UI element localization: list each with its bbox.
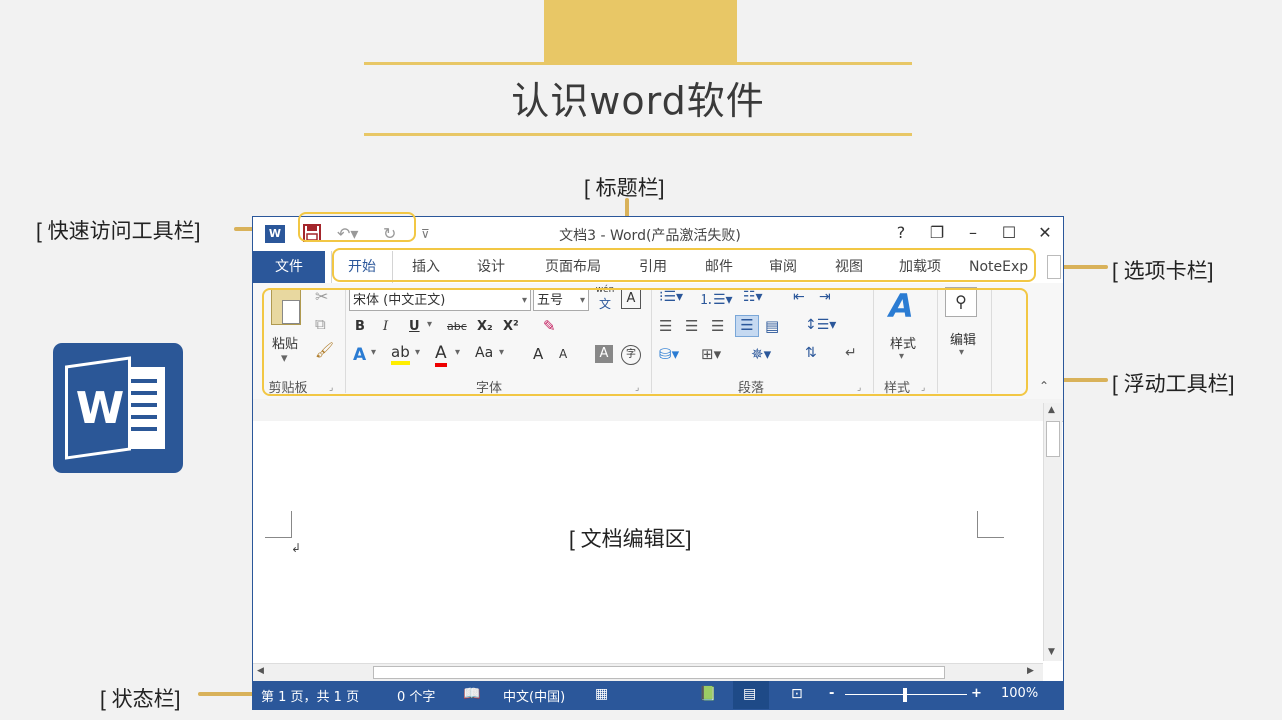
vertical-scroll-thumb[interactable] — [1046, 421, 1060, 457]
word-count[interactable]: 0 个字 — [397, 686, 435, 705]
decorative-gold-block — [544, 0, 737, 62]
scroll-right-icon[interactable]: ▶ — [1027, 666, 1034, 676]
callout-status-bar: [ 状态栏] — [100, 688, 181, 711]
callout-doc-area: [ 文档编辑区] — [569, 528, 692, 551]
callout-floating-toolbar: [ 浮动工具栏] — [1112, 373, 1235, 396]
zoom-level[interactable]: 100% — [1001, 686, 1038, 701]
title-top-rule — [364, 62, 912, 65]
collapse-ribbon-icon[interactable]: ⌃ — [1039, 379, 1049, 393]
print-layout-icon[interactable]: ▤ — [743, 686, 756, 702]
slide-title: 认识word软件 — [511, 79, 765, 123]
tab-file[interactable]: 文件 — [253, 251, 325, 283]
callout-quick-access: [ 快速访问工具栏] — [36, 220, 201, 243]
horizontal-scrollbar[interactable]: ◀ ▶ — [253, 663, 1043, 682]
status-bar: 第 1 页，共 1 页 0 个字 📖 中文(中国) ▦ 📗 ▤ ⊡ - + 10… — [253, 681, 1063, 709]
callout-title-bar: [ 标题栏] — [584, 177, 665, 200]
vertical-scrollbar[interactable]: ▲ ▼ — [1043, 403, 1062, 661]
text-cursor-icon: ↲ — [291, 541, 302, 555]
scroll-up-icon[interactable]: ▲ — [1048, 405, 1055, 415]
margin-corner-top-right — [977, 511, 1004, 538]
minimize-icon[interactable]: – — [961, 223, 985, 242]
logo-w-letter: W — [75, 383, 125, 434]
document-title: 文档3 - Word(产品激活失败) — [559, 228, 741, 244]
tab-scroll-right[interactable] — [1047, 255, 1061, 279]
highlight-quick-access — [298, 212, 416, 242]
proofing-icon[interactable]: 📖 — [463, 686, 480, 702]
language-indicator[interactable]: 中文(中国) — [503, 686, 565, 705]
ribbon-display-options-icon[interactable]: ❐ — [925, 223, 949, 242]
zoom-slider-thumb[interactable] — [903, 688, 907, 702]
scroll-down-icon[interactable]: ▼ — [1048, 647, 1055, 657]
maximize-icon[interactable]: ☐ — [997, 223, 1021, 242]
word-app-icon[interactable]: W — [265, 225, 285, 243]
macro-record-icon[interactable]: ▦ — [595, 686, 608, 702]
page-count[interactable]: 第 1 页，共 1 页 — [261, 686, 359, 705]
ruler — [253, 399, 1063, 422]
scroll-left-icon[interactable]: ◀ — [257, 666, 264, 676]
read-mode-icon[interactable]: 📗 — [699, 686, 716, 702]
close-icon[interactable]: ✕ — [1033, 223, 1057, 242]
callout-tabs: [ 选项卡栏] — [1112, 260, 1214, 283]
highlight-tab-bar — [332, 248, 1036, 282]
title-bottom-rule — [364, 133, 912, 136]
zoom-in-button[interactable]: + — [971, 686, 982, 701]
horizontal-scroll-thumb[interactable] — [373, 666, 945, 679]
help-icon[interactable]: ? — [889, 223, 913, 242]
highlight-ribbon — [262, 288, 1028, 396]
word-logo: W — [53, 343, 183, 473]
web-layout-icon[interactable]: ⊡ — [791, 686, 803, 702]
margin-corner-top-left — [265, 511, 292, 538]
zoom-out-button[interactable]: - — [829, 686, 834, 701]
